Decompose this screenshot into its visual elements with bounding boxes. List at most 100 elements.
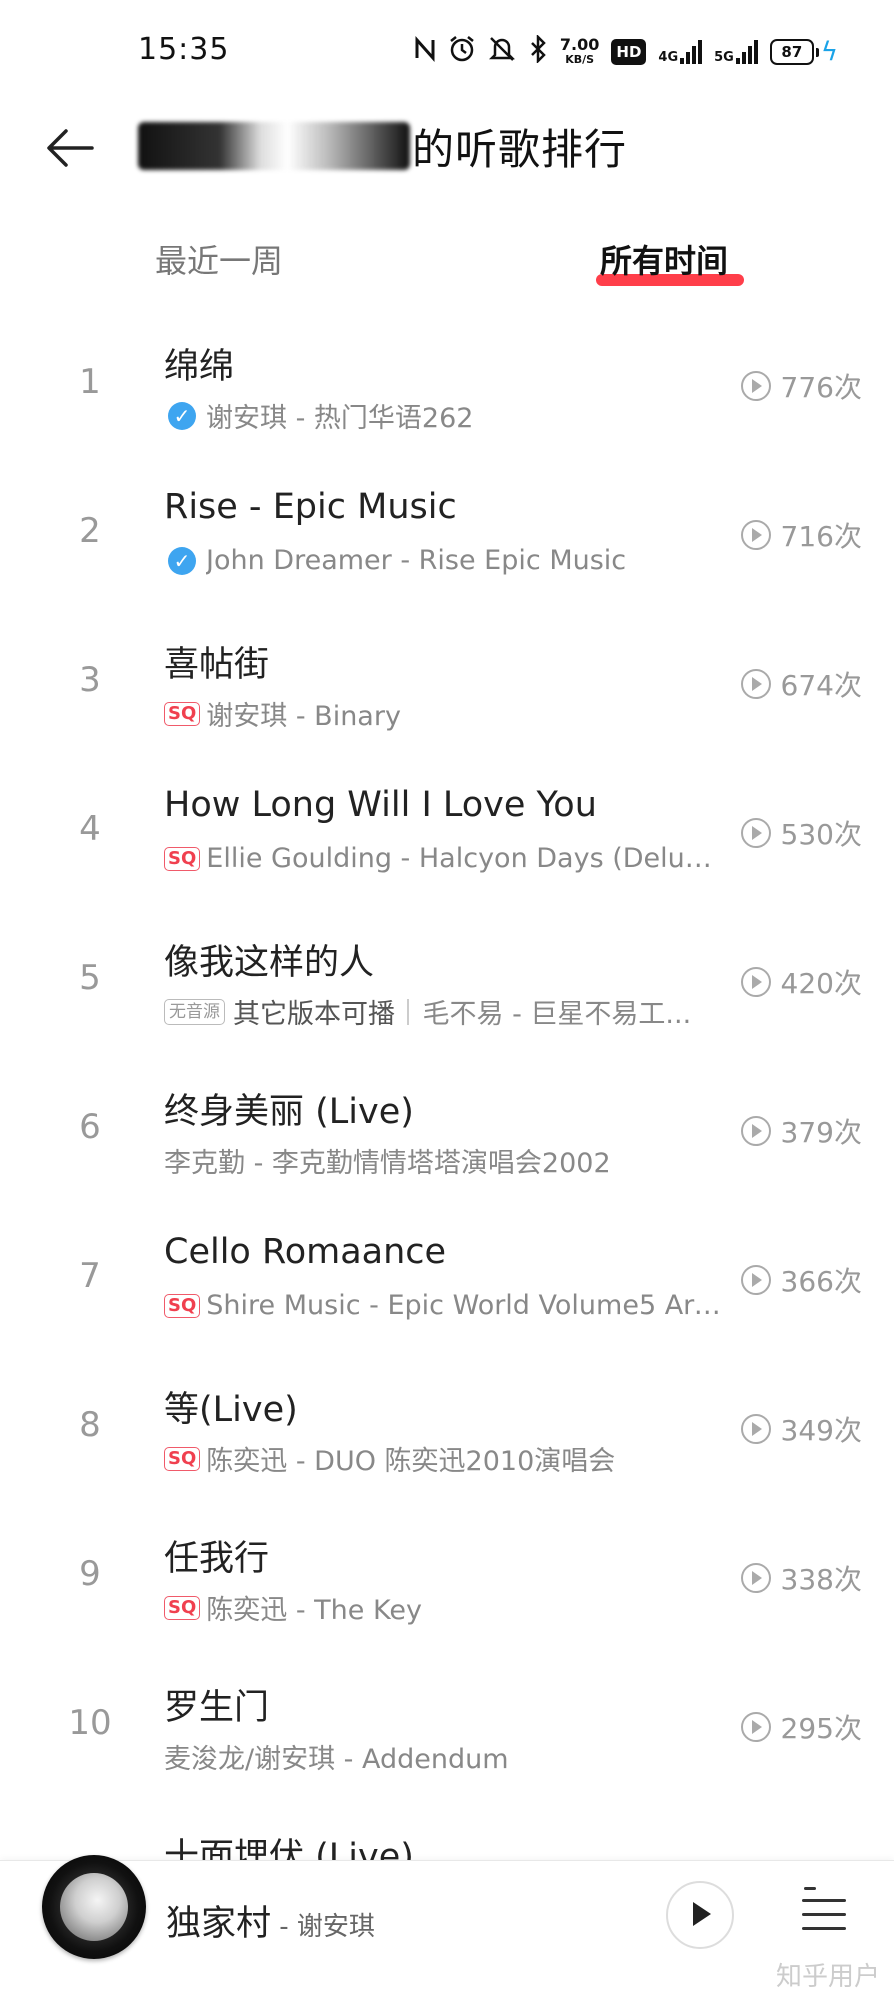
play-count: 716次	[740, 515, 862, 555]
sq-quality-badge: SQ	[164, 1446, 201, 1471]
song-title: 像我这样的人	[164, 943, 375, 983]
song-meta: SQ Shire Music - Epic World Volume5 Arc..…	[164, 1290, 724, 1321]
song-title: 终身美丽 (Live)	[164, 1092, 414, 1132]
play-count: 366次	[740, 1260, 862, 1300]
net-5g-label: 5G	[714, 50, 734, 65]
play-count-value: 716次	[780, 520, 862, 553]
mute-icon	[488, 35, 516, 69]
play-count-icon	[740, 1116, 771, 1146]
artist-album: 李克勤 - 李克勤情情塔塔演唱会2002	[164, 1148, 611, 1179]
speed-unit: KB/S	[565, 53, 595, 66]
divider	[407, 998, 409, 1025]
play-count: 420次	[740, 962, 862, 1002]
album-art	[60, 1873, 128, 1941]
play-count-icon	[740, 1712, 771, 1742]
song-row[interactable]: 7 Cello Romaance SQ Shire Music - Epic Worl…	[0, 1202, 894, 1351]
now-playing-artist: - 谢安琪	[271, 1912, 375, 1942]
song-title: Cello Romaance	[164, 1232, 447, 1272]
tab-all-time[interactable]: 所有时间	[600, 236, 728, 282]
artist-album: 麦浚龙/谢安琪 - Addendum	[164, 1744, 509, 1775]
playlist-icon[interactable]	[800, 1883, 848, 1931]
play-count-value: 349次	[780, 1414, 862, 1447]
song-row[interactable]: 6 终身美丽 (Live) 李克勤 - 李克勤情情塔塔演唱会2002 379次	[0, 1053, 894, 1202]
rank-number: 3	[79, 660, 101, 700]
artist-album: John Dreamer - Rise Epic Music	[206, 545, 627, 576]
play-count-icon	[740, 520, 771, 550]
song-row[interactable]: 8 等(Live) SQ 陈奕迅 - DUO 陈奕迅2010演唱会 349次	[0, 1351, 894, 1500]
song-meta: SQ 陈奕迅 - The Key	[164, 1588, 422, 1627]
song-title: Rise - Epic Music	[164, 487, 457, 527]
play-count-icon	[740, 1265, 771, 1295]
artist-album: 陈奕迅 - The Key	[206, 1595, 422, 1626]
play-count: 338次	[740, 1558, 862, 1598]
tab-all-time-label: 所有时间	[600, 242, 729, 280]
status-icons: 7.00 KB/S HD 4G 5G 87 ϟ	[414, 32, 838, 72]
sq-quality-badge: SQ	[164, 1595, 201, 1620]
song-meta: ✓ John Dreamer - Rise Epic Music	[164, 545, 626, 576]
rank-number: 10	[68, 1703, 112, 1743]
play-count-value: 776次	[780, 371, 862, 404]
song-row[interactable]: 9 任我行 SQ 陈奕迅 - The Key 338次	[0, 1500, 894, 1649]
hd-icon: HD	[611, 39, 647, 65]
now-playing[interactable]: 独家村 - 谢安琪	[166, 1895, 375, 1946]
play-count-value: 366次	[780, 1265, 862, 1298]
verified-check-icon: ✓	[168, 401, 196, 430]
sq-quality-badge: SQ	[164, 846, 201, 871]
play-count-icon	[740, 1563, 771, 1593]
status-bar: 15:35 7.00 KB/S HD 4G 5G 87 ϟ	[0, 0, 894, 100]
artist-album: 谢安琪 - 热门华语262	[206, 403, 474, 434]
rank-number: 5	[79, 958, 101, 998]
battery-icon: 87 ϟ	[769, 39, 838, 65]
song-row[interactable]: 10 罗生门 麦浚龙/谢安琪 - Addendum 295次	[0, 1649, 894, 1798]
back-arrow-icon	[47, 129, 94, 167]
song-row[interactable]: 3 喜帖街 SQ 谢安琪 - Binary 674次	[0, 606, 894, 755]
play-count-value: 530次	[780, 818, 862, 851]
play-count: 776次	[740, 366, 862, 406]
nfc-icon	[414, 36, 436, 68]
play-count-icon	[740, 967, 771, 997]
song-title: How Long Will I Love You	[164, 785, 597, 825]
speed-value: 7.00	[559, 35, 600, 54]
play-button[interactable]	[666, 1881, 734, 1949]
play-count-value: 295次	[780, 1712, 862, 1745]
alarm-icon	[448, 35, 476, 69]
bluetooth-icon	[528, 33, 548, 69]
song-meta: SQ Ellie Goulding - Halcyon Days (Deluxe.…	[164, 843, 724, 874]
play-count: 379次	[740, 1111, 862, 1151]
song-meta: ✓ 谢安琪 - 热门华语262	[164, 396, 473, 435]
artist-album: 陈奕迅 - DUO 陈奕迅2010演唱会	[206, 1446, 616, 1477]
rank-number: 1	[79, 362, 101, 402]
alt-version-label[interactable]: 其它版本可播	[233, 992, 395, 1031]
header: 的听歌排行	[0, 100, 894, 200]
song-meta: 麦浚龙/谢安琪 - Addendum	[164, 1737, 509, 1776]
song-title: 任我行	[164, 1539, 270, 1579]
play-count: 295次	[740, 1707, 862, 1747]
play-count-icon	[740, 669, 771, 699]
play-count: 349次	[740, 1409, 862, 1449]
play-count-value: 379次	[780, 1116, 862, 1149]
artist-album: 毛不易 - 巨星不易工...	[422, 999, 692, 1030]
sq-quality-badge: SQ	[164, 1293, 201, 1318]
net-4g-label: 4G	[658, 50, 679, 65]
song-title: 等(Live)	[164, 1390, 298, 1430]
album-disc[interactable]	[42, 1855, 146, 1959]
time-range-tabs: 最近一周 所有时间	[0, 230, 894, 290]
rank-number: 9	[79, 1554, 101, 1594]
song-row[interactable]: 4 How Long Will I Love You SQ Ellie Gouldin…	[0, 755, 894, 904]
song-row[interactable]: 2 Rise - Epic Music ✓ John Dreamer - Rise E…	[0, 457, 894, 606]
play-count-icon	[740, 818, 771, 848]
song-meta: SQ 陈奕迅 - DUO 陈奕迅2010演唱会	[164, 1439, 615, 1478]
signal-4g-icon: 4G	[658, 40, 703, 65]
back-button[interactable]	[40, 118, 100, 178]
play-count-icon	[740, 1414, 771, 1444]
artist-album: 谢安琪 - Binary	[206, 701, 401, 732]
no-source-badge: 无音源	[164, 998, 225, 1025]
song-row[interactable]: 5 像我这样的人无音源 其它版本可播 毛不易 - 巨星不易工... 420次	[0, 904, 894, 1053]
mini-player[interactable]: 独家村 - 谢安琪 知乎用户	[0, 1855, 894, 1996]
tab-recent-week[interactable]: 最近一周	[155, 236, 283, 282]
song-row[interactable]: 1 绵绵 ✓ 谢安琪 - 热门华语262 776次	[0, 308, 894, 457]
song-meta: 李克勤 - 李克勤情情塔塔演唱会2002	[164, 1141, 611, 1180]
signal-5g-icon: 5G	[714, 40, 758, 64]
watermark: 知乎用户	[775, 1962, 880, 1992]
verified-check-icon: ✓	[168, 546, 196, 575]
